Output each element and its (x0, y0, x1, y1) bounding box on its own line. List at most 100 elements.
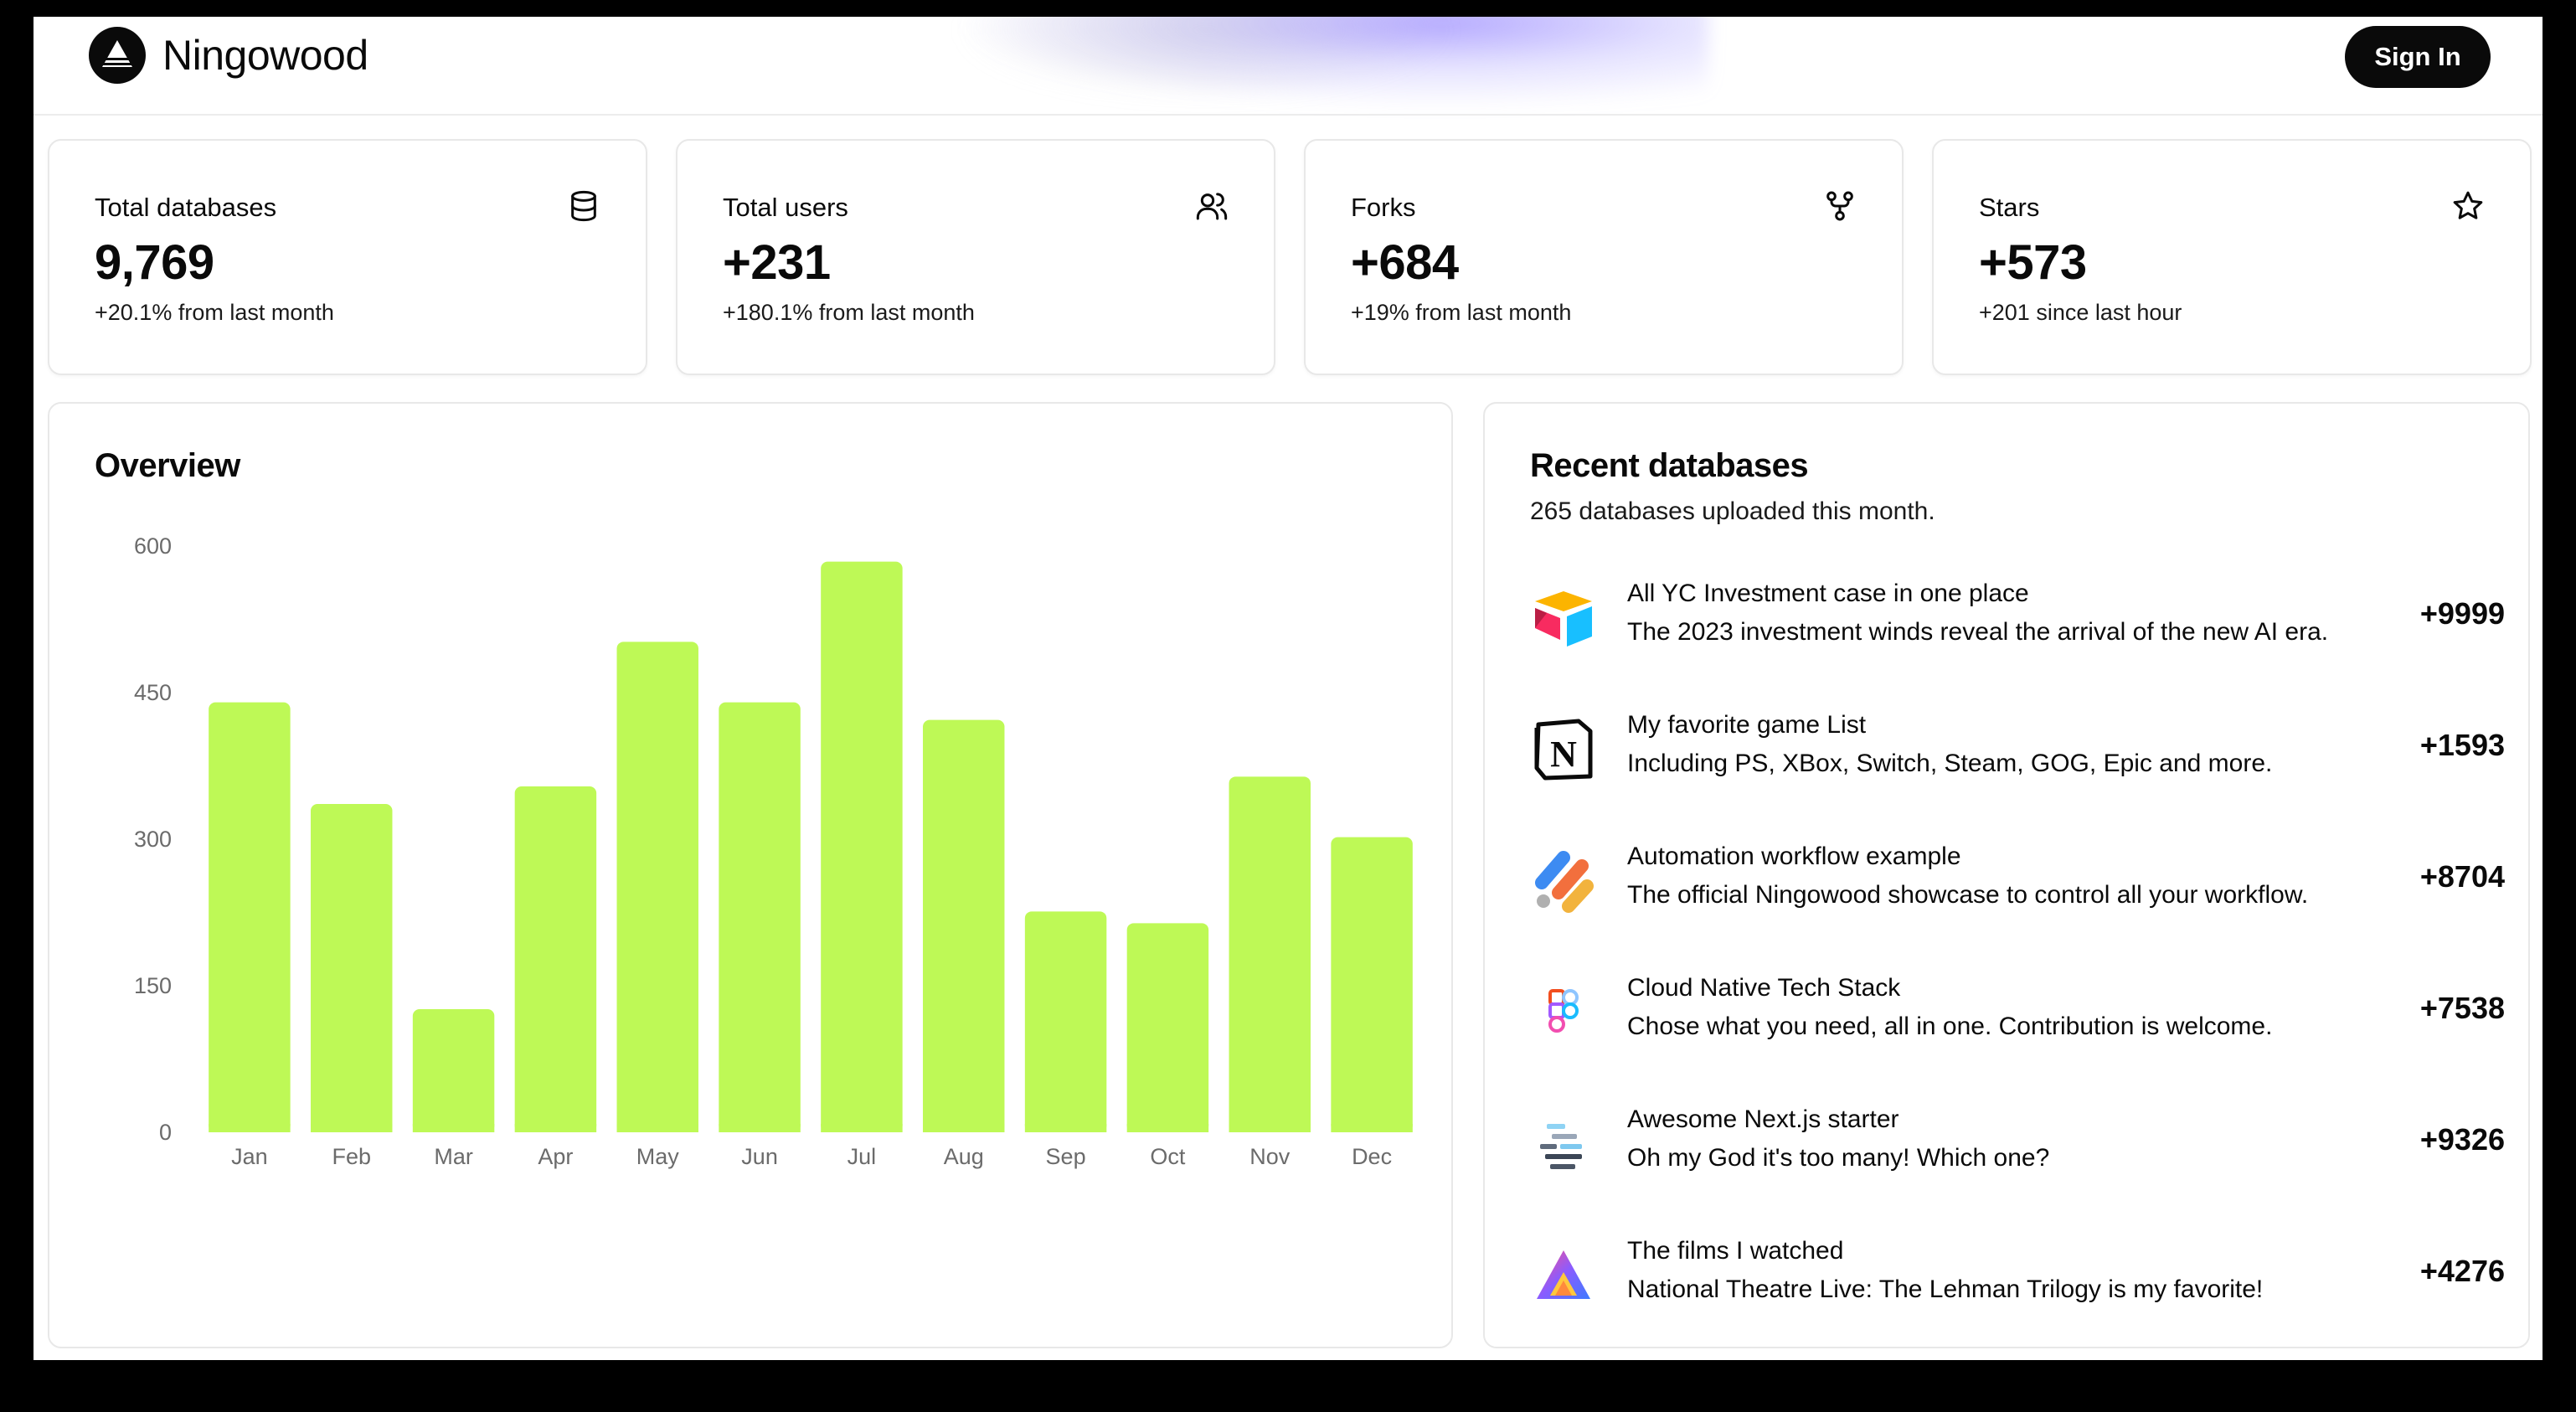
svg-text:N: N (1550, 734, 1577, 775)
stat-title: Forks (1351, 193, 1416, 222)
item-name: The films I watched (1627, 1237, 1844, 1265)
notion-logo-icon: N (1534, 719, 1593, 781)
recent-item[interactable]: Automation workflow example The official… (1530, 832, 2505, 916)
stat-card-total-databases: Total databases 9,769 +20.1% from last m… (48, 139, 647, 375)
item-name: Awesome Next.js starter (1627, 1105, 1899, 1133)
database-icon (571, 190, 596, 222)
x-tick-label: Jul (848, 1144, 877, 1169)
item-amount: +8704 (2419, 859, 2505, 894)
item-desc: The 2023 investment winds reveal the arr… (1627, 618, 2329, 646)
y-tick-label: 600 (134, 533, 172, 559)
stat-subtitle: +20.1% from last month (95, 300, 334, 325)
stat-value: +573 (1979, 235, 2087, 290)
header-glow-purple (955, 17, 1708, 109)
bar-sep[interactable] (1024, 911, 1107, 1132)
triangle-logo-icon (1537, 1250, 1590, 1299)
brand-logo-icon (89, 27, 146, 84)
y-tick-label: 300 (134, 827, 172, 852)
item-name: Cloud Native Tech Stack (1627, 974, 1901, 1002)
item-desc: The official Ningowood showcase to contr… (1627, 881, 2309, 909)
x-tick-label: Aug (944, 1144, 984, 1169)
zapier-logo-icon (1535, 851, 1594, 913)
bar-aug[interactable] (923, 719, 1005, 1132)
overview-bar-chart: 0 150 300 450 600 Jan Feb Mar Apr May Jun Jul Aug Sep… (134, 533, 1413, 1169)
brand[interactable]: Ningowood (89, 27, 368, 84)
recent-item[interactable]: Cloud Native Tech Stack Chose what you n… (1530, 964, 2505, 1048)
users-icon (1196, 193, 1228, 220)
stat-value: +684 (1351, 235, 1459, 290)
bar-base-mar (412, 1124, 495, 1132)
item-amount: +1593 (2419, 728, 2505, 762)
recent-databases-card: Recent databases 265 databases uploaded … (1483, 402, 2530, 1348)
x-tick-label: Jun (741, 1144, 778, 1169)
item-name: Automation workflow example (1627, 843, 1961, 870)
top-header: Ningowood Sign In (33, 17, 2543, 116)
item-desc: Chose what you need, all in one. Contrib… (1627, 1013, 2273, 1040)
stat-card-total-users: Total users +231 +180.1% from last month (676, 139, 1275, 375)
fork-icon (1826, 191, 1853, 221)
item-amount: +7538 (2419, 991, 2505, 1025)
item-name: My favorite game List (1627, 711, 1867, 739)
x-tick-label: May (636, 1144, 680, 1169)
bar-feb[interactable] (311, 804, 393, 1132)
bar-base-jun (719, 1124, 801, 1132)
stat-value: +231 (723, 235, 831, 290)
bar-base-aug (923, 1124, 1005, 1132)
x-tick-label: Apr (538, 1144, 573, 1169)
stat-title: Total databases (95, 193, 277, 222)
bar-jun[interactable] (719, 702, 801, 1132)
bar-base-oct (1126, 1124, 1209, 1132)
stat-subtitle: +180.1% from last month (723, 300, 975, 325)
recent-item[interactable]: All YC Investment case in one place The … (1530, 569, 2505, 653)
bar-base-feb (311, 1124, 393, 1132)
airtable-logo-icon (1535, 591, 1592, 647)
item-amount: +4276 (2419, 1254, 2505, 1288)
stat-card-stars: Stars +573 +201 since last hour (1932, 139, 2532, 375)
item-desc: National Theatre Live: The Lehman Trilog… (1627, 1275, 2264, 1303)
y-tick-label: 150 (134, 973, 172, 998)
bar-base-sep (1024, 1124, 1107, 1132)
bar-jan[interactable] (209, 702, 291, 1132)
bar-oct[interactable] (1126, 923, 1209, 1132)
bar-may[interactable] (616, 642, 698, 1132)
x-tick-label: Jan (231, 1144, 268, 1169)
bar-base-jan (209, 1124, 291, 1132)
stat-title: Total users (723, 193, 848, 222)
bar-apr[interactable] (514, 786, 597, 1132)
y-tick-label: 0 (159, 1120, 172, 1145)
x-tick-label: Oct (1150, 1144, 1186, 1169)
brand-name: Ningowood (162, 32, 368, 79)
recent-item[interactable]: N My favorite game List Including PS, XB… (1530, 701, 2505, 785)
stack-logo-icon (1540, 1124, 1582, 1169)
x-tick-label: Dec (1352, 1144, 1392, 1169)
stat-subtitle: +201 since last hour (1979, 300, 2182, 325)
item-desc: Including PS, XBox, Switch, Steam, GOG, … (1627, 750, 2273, 777)
recent-subtitle: 265 databases uploaded this month. (1530, 497, 1935, 525)
bar-nov[interactable] (1229, 776, 1311, 1132)
overview-card: Overview 0 150 300 450 600 Jan Feb Mar Apr May Jun… (48, 402, 1453, 1348)
bar-mar[interactable] (412, 1009, 495, 1132)
x-tick-label: Feb (332, 1144, 371, 1169)
stat-card-forks: Forks +684 +19% from last month (1304, 139, 1904, 375)
x-tick-label: Nov (1249, 1144, 1291, 1169)
bar-base-apr (514, 1124, 597, 1132)
bar-dec[interactable] (1331, 837, 1413, 1132)
stat-subtitle: +19% from last month (1351, 300, 1572, 325)
item-desc: Oh my God it's too many! Which one? (1627, 1144, 2050, 1172)
sign-in-button[interactable]: Sign In (2345, 26, 2491, 88)
item-amount: +9999 (2419, 596, 2505, 631)
bar-base-dec (1331, 1124, 1413, 1132)
item-name: All YC Investment case in one place (1627, 580, 2029, 607)
app-window: Ningowood Sign In Total databases 9,769 … (33, 17, 2543, 1360)
y-tick-label: 450 (134, 680, 172, 705)
stat-value: 9,769 (95, 235, 214, 290)
recent-title: Recent databases (1530, 447, 1809, 484)
recent-item[interactable]: Awesome Next.js starter Oh my God it's t… (1530, 1095, 2505, 1179)
bar-base-jul (821, 1124, 903, 1132)
x-tick-label: Mar (434, 1144, 473, 1169)
bar-base-may (616, 1124, 698, 1132)
bar-jul[interactable] (821, 561, 903, 1132)
x-tick-label: Sep (1046, 1144, 1086, 1169)
bar-base-nov (1229, 1124, 1311, 1132)
recent-item[interactable]: The films I watched National Theatre Liv… (1530, 1227, 2505, 1311)
